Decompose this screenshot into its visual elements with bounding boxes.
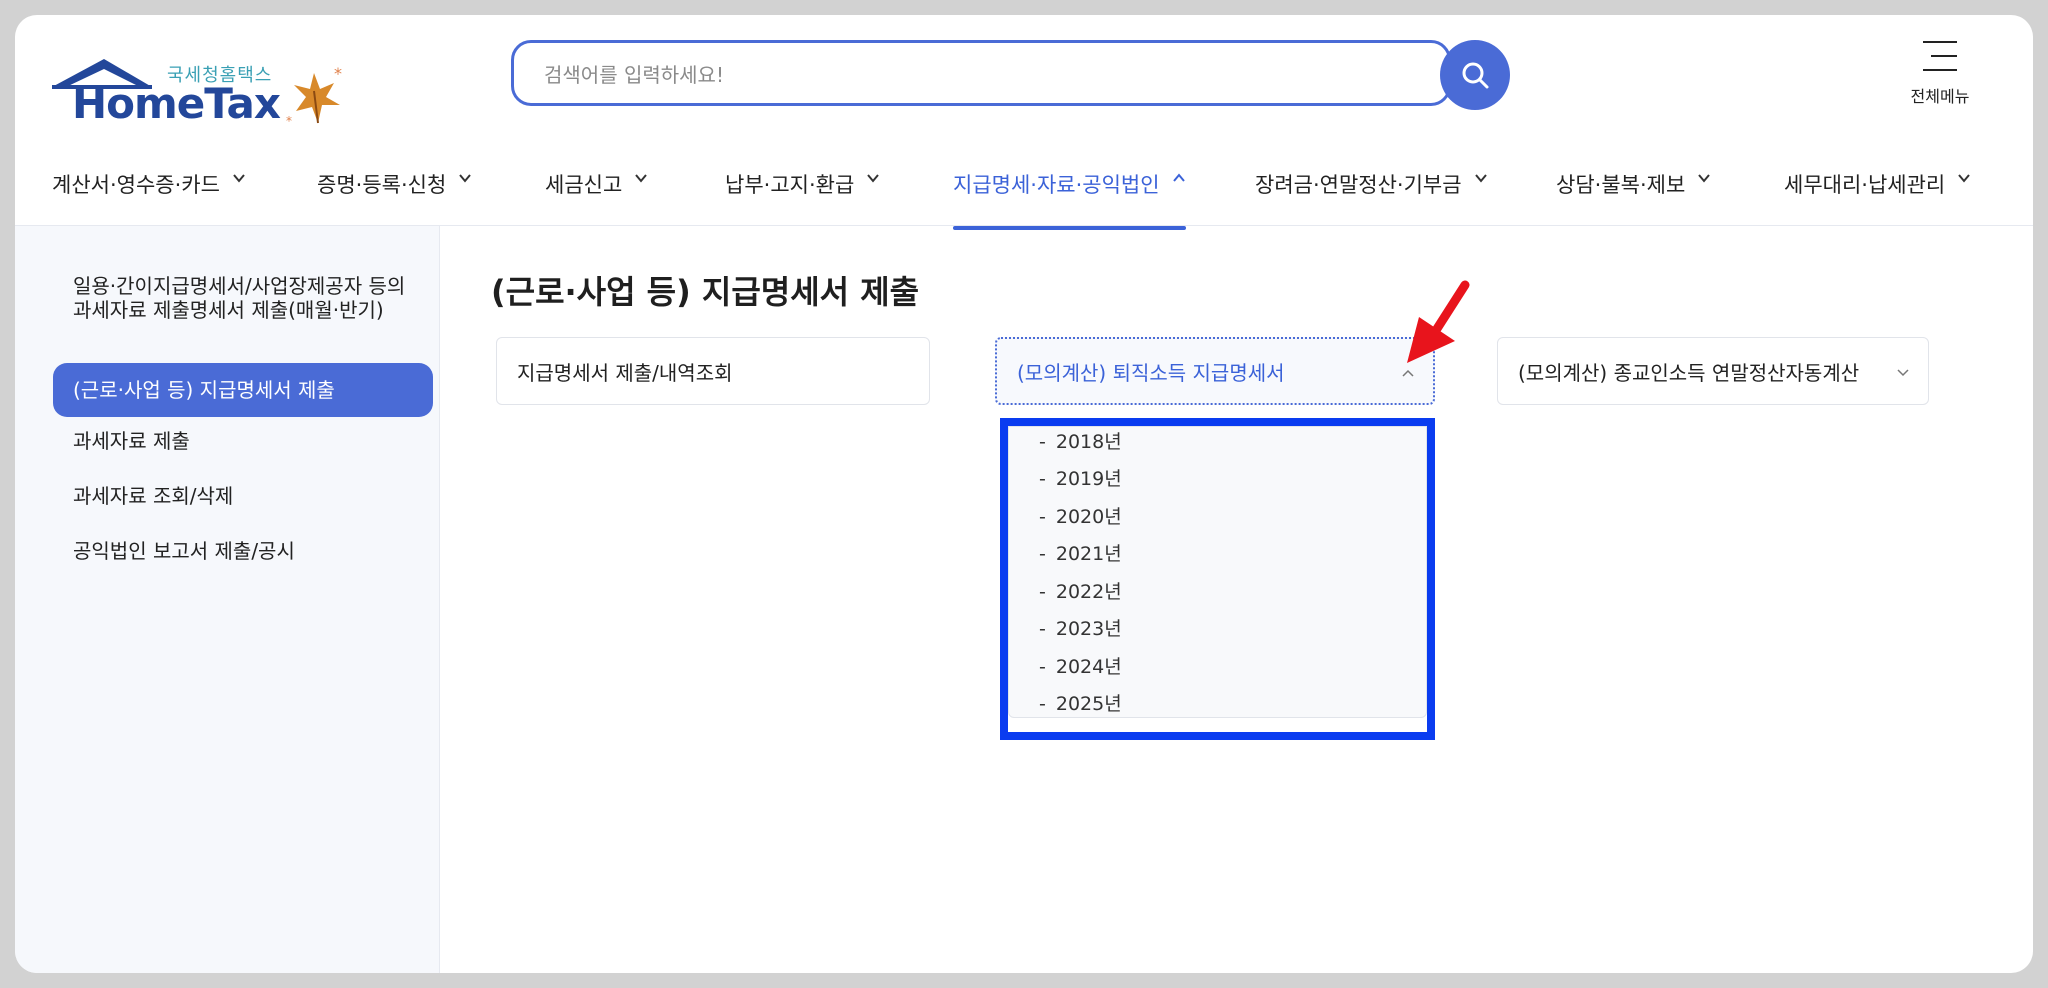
search-input[interactable] (542, 57, 1386, 93)
dash-marker: - (1039, 506, 1046, 528)
select-retirement-income-statement[interactable]: (모의계산) 퇴직소득 지급명세서 (995, 337, 1435, 405)
sidebar: 일용·간이지급명세서/사업장제공자 등의 과세자료 제출명세서 제출(매월·반기… (15, 226, 440, 973)
dropdown-item-2020[interactable]: -2020년 (1039, 502, 1122, 529)
sidebar-item-label: 공익법인 보고서 제출/공시 (73, 539, 295, 563)
annotation-arrow-icon (1407, 280, 1470, 363)
dash-marker: - (1039, 431, 1046, 453)
dropdown-item-2024[interactable]: -2024년 (1039, 652, 1122, 679)
select-label: (모의계산) 종교인소득 연말정산자동계산 (1518, 360, 1860, 385)
dropdown-item-2022[interactable]: -2022년 (1039, 577, 1122, 604)
nav-item-label: 납부·고지·환급 (725, 173, 855, 197)
dropdown-item-2021[interactable]: -2021년 (1039, 539, 1122, 566)
dropdown-item-label: 2020년 (1055, 506, 1122, 528)
nav-item-consult-appeal-report[interactable]: 상담·불복·제보 (1556, 145, 1711, 225)
dash-marker: - (1039, 543, 1046, 565)
page-title: (근로·사업 등) 지급명세서 제출 (491, 273, 920, 311)
svg-text:*: * (286, 114, 292, 128)
nav-item-label: 증명·등록·신청 (317, 173, 447, 197)
nav-item-label: 세무대리·납세관리 (1784, 173, 1946, 197)
dash-marker: - (1039, 468, 1046, 490)
dropdown-item-2018[interactable]: -2018년 (1039, 427, 1122, 454)
select-label: 지급명세서 제출/내역조회 (517, 360, 733, 385)
nav-item-tax-return[interactable]: 세금신고 (545, 145, 648, 225)
chevron-down-icon (867, 174, 880, 183)
nav-item-label: 장려금·연말정산·기부금 (1255, 173, 1462, 197)
nav-item-payment-statement-public-corp[interactable]: 지급명세·자료·공익법인 (953, 145, 1186, 230)
select-religious-income-yearend[interactable]: (모의계산) 종교인소득 연말정산자동계산 (1497, 337, 1929, 405)
chevron-up-icon (1172, 173, 1185, 182)
dropdown-item-label: 2019년 (1055, 468, 1122, 490)
nav-item-label: 세금신고 (545, 173, 623, 197)
nav-item-label: 상담·불복·제보 (1556, 173, 1686, 197)
nav-item-payment-notice-refund[interactable]: 납부·고지·환급 (725, 145, 880, 225)
chevron-down-icon (1958, 174, 1971, 183)
nav-item-label: 계산서·영수증·카드 (52, 173, 220, 197)
sidebar-item-label: (근로·사업 등) 지급명세서 제출 (73, 378, 335, 402)
dropdown-item-2019[interactable]: -2019년 (1039, 464, 1122, 491)
search-icon (1462, 62, 1489, 89)
dropdown-item-2023[interactable]: -2023년 (1039, 614, 1122, 641)
sidebar-item-label: 일용·간이지급명세서/사업장제공자 등의 과세자료 제출명세서 제출(매월·반기… (73, 274, 406, 322)
nav-item-tax-agent-management[interactable]: 세무대리·납세관리 (1784, 145, 1971, 225)
year-dropdown-list: -2018년 -2019년 -2020년 -2021년 -2022년 -2023… (1008, 426, 1427, 718)
nav-item-incentive-yearend-donation[interactable]: 장려금·연말정산·기부금 (1255, 145, 1488, 225)
dropdown-item-2025[interactable]: -2025년 (1039, 689, 1122, 716)
select-statement-submit-history[interactable]: 지급명세서 제출/내역조회 (496, 337, 930, 405)
nav-item-certificate-registration[interactable]: 증명·등록·신청 (317, 145, 472, 225)
year-dropdown-highlight: -2018년 -2019년 -2020년 -2021년 -2022년 -2023… (1000, 418, 1435, 740)
dash-marker: - (1039, 618, 1046, 640)
chevron-down-icon (1897, 369, 1909, 377)
main-navigation: 계산서·영수증·카드 증명·등록·신청 세금신고 납부·고지·환급 지급명세·자… (15, 145, 2033, 230)
hometax-logo[interactable]: 국세청홈택스 HomeTax * * (52, 45, 352, 135)
search-bar (511, 40, 1451, 106)
dash-marker: - (1039, 656, 1046, 678)
sidebar-item-daily-simple-statement[interactable]: 일용·간이지급명세서/사업장제공자 등의 과세자료 제출명세서 제출(매월·반기… (53, 274, 423, 322)
all-menu-label: 전체메뉴 (1910, 87, 1970, 106)
hamburger-icon (1923, 41, 1957, 71)
search-button[interactable] (1440, 40, 1510, 110)
sidebar-item-payment-statement-submit[interactable]: (근로·사업 등) 지급명세서 제출 (53, 363, 433, 417)
dropdown-item-label: 2021년 (1055, 543, 1122, 565)
sidebar-item-label: 과세자료 조회/삭제 (73, 484, 234, 508)
chevron-down-icon (1474, 174, 1487, 183)
all-menu-button[interactable]: 전체메뉴 (1895, 41, 1985, 107)
nav-item-label: 지급명세·자료·공익법인 (953, 173, 1160, 197)
logo-title: HomeTax (72, 79, 281, 128)
app-window: 국세청홈택스 HomeTax * * 전체메뉴 계산서·영수증·카드 증명·등록 (15, 15, 2033, 973)
dash-marker: - (1039, 693, 1046, 715)
dropdown-item-label: 2025년 (1055, 693, 1122, 715)
dropdown-item-label: 2023년 (1055, 618, 1122, 640)
dash-marker: - (1039, 581, 1046, 603)
nav-item-invoice-receipt-card[interactable]: 계산서·영수증·카드 (52, 145, 246, 225)
dropdown-item-label: 2024년 (1055, 656, 1122, 678)
autumn-leaf-icon: * * (286, 65, 342, 128)
chevron-down-icon (459, 174, 472, 183)
svg-text:*: * (334, 65, 342, 83)
sidebar-item-tax-data-submit[interactable]: 과세자료 제출 (53, 429, 433, 453)
sidebar-item-tax-data-inquiry-delete[interactable]: 과세자료 조회/삭제 (53, 484, 433, 508)
chevron-down-icon (233, 174, 245, 183)
chevron-down-icon (635, 174, 648, 183)
chevron-down-icon (1698, 174, 1711, 183)
dropdown-item-label: 2022년 (1055, 581, 1122, 603)
sidebar-item-label: 과세자료 제출 (73, 429, 190, 453)
select-label: (모의계산) 퇴직소득 지급명세서 (1017, 360, 1285, 385)
sidebar-item-public-corp-report[interactable]: 공익법인 보고서 제출/공시 (53, 539, 433, 563)
dropdown-item-label: 2018년 (1055, 431, 1122, 453)
